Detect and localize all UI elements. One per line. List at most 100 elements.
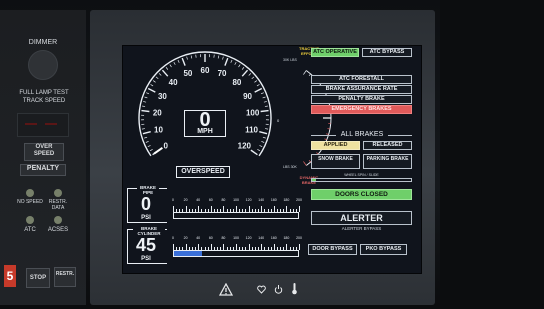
- brake-assurance-indicator: BRAKE ASSURANCE RATE: [311, 85, 412, 94]
- aspect-number-5: 5: [4, 265, 16, 287]
- speed-minor-tick: [150, 84, 154, 87]
- penalty-brake-indicator: PENALTY BRAKE: [311, 95, 412, 104]
- te-zero-label: 0: [277, 118, 280, 123]
- speed-minor-tick: [142, 105, 146, 107]
- warning-icon[interactable]: [219, 283, 233, 296]
- speed-minor-tick: [173, 61, 176, 65]
- speed-minor-tick: [230, 59, 233, 63]
- lamp-test-label: FULL LAMP TEST: [19, 90, 69, 96]
- brake-cylinder-bar: [173, 250, 299, 257]
- speed-minor-tick: [265, 128, 269, 130]
- brake-pipe-unit: PSI: [141, 215, 151, 221]
- speed-tick-label: 30: [158, 92, 167, 101]
- speed-minor-tick: [143, 101, 147, 103]
- scale-tick: [299, 244, 300, 250]
- speed-major-tick: [161, 69, 169, 77]
- speed-minor-tick: [144, 96, 148, 99]
- speed-minor-tick: [141, 128, 145, 130]
- speed-minor-tick: [261, 141, 265, 143]
- speed-minor-tick: [222, 56, 224, 60]
- overspeed-label: OVERSPEED: [176, 166, 230, 178]
- brake-cylinder-value: 45: [135, 235, 157, 255]
- track-speed-display: [17, 113, 69, 137]
- dimmer-knob[interactable]: [28, 50, 58, 80]
- speed-major-tick: [254, 87, 263, 93]
- te-bottom-label: LBS 30K: [283, 165, 297, 169]
- speed-tick-label: 70: [218, 69, 227, 78]
- speed-tick-label: 0: [163, 142, 168, 151]
- speed-minor-tick: [234, 61, 237, 65]
- cab-scene: DIMMER FULL LAMP TEST TRACK SPEED OVER S…: [0, 0, 544, 309]
- speed-value: 0: [199, 109, 211, 131]
- speed-minor-tick: [262, 96, 266, 99]
- speed-minor-tick: [190, 55, 193, 59]
- restr-data-label: RESTR. DATA: [48, 199, 68, 211]
- dimmer-label: DIMMER: [28, 39, 58, 46]
- atc-bypass-indicator[interactable]: ATC BYPASS: [362, 48, 412, 57]
- speed-major-tick: [241, 69, 249, 77]
- speed-minor-tick: [146, 92, 150, 95]
- brake-pipe-bar: [173, 212, 299, 219]
- speed-minor-tick: [158, 73, 162, 76]
- power-icon[interactable]: [274, 284, 283, 294]
- door-bypass-button[interactable]: DOOR BYPASS: [308, 244, 357, 255]
- all-brakes-title: ALL BRAKES: [336, 130, 388, 140]
- snow-brake-indicator: SNOW BRAKE: [311, 154, 360, 169]
- brake-pipe-value: 0: [140, 194, 151, 214]
- speed-minor-tick: [264, 105, 268, 107]
- atc-label: ATC: [24, 227, 36, 233]
- restr-indicator: RESTR.: [54, 267, 76, 287]
- emergency-brakes-indicator: EMERGENCY BRAKES: [311, 105, 412, 114]
- speed-major-tick: [260, 109, 269, 113]
- parking-brake-indicator: PARKING BRAKE: [363, 154, 412, 169]
- speed-tick-label: 60: [201, 66, 210, 75]
- speed-tick-label: 110: [245, 126, 258, 135]
- speed-tick-label: 10: [154, 126, 163, 135]
- speed-minor-tick: [169, 64, 172, 68]
- speed-minor-tick: [152, 80, 156, 83]
- doors-closed-indicator: DOORS CLOSED: [311, 189, 412, 200]
- pko-bypass-button[interactable]: PKO BYPASS: [360, 244, 407, 255]
- speed-needle: [153, 147, 163, 155]
- speed-minor-tick: [262, 136, 266, 139]
- speed-minor-tick: [257, 148, 261, 152]
- right-cab-wall: [440, 0, 544, 309]
- speed-major-tick: [142, 131, 151, 135]
- scale-tick-label: 200: [296, 236, 302, 240]
- atc-operative-indicator: ATC OPERATIVE: [311, 48, 359, 57]
- speed-readout-box: 0 MPH: [184, 110, 226, 137]
- brakes-released-indicator: RELEASED: [363, 141, 412, 150]
- speed-minor-tick: [149, 148, 153, 152]
- alerter-bypass-label: ALERTER BYPASS: [341, 226, 382, 231]
- restr-data-lamp: [54, 189, 62, 197]
- speed-major-tick: [181, 57, 186, 66]
- te-tick: [324, 138, 327, 141]
- speed-major-tick: [147, 87, 156, 93]
- atc-lamp: [26, 216, 34, 224]
- speed-minor-tick: [251, 76, 255, 80]
- thermometer-icon[interactable]: [291, 282, 298, 295]
- atc-forestall-indicator: ATC FORESTALL: [311, 75, 412, 84]
- speed-minor-tick: [241, 67, 245, 70]
- track-speed-label: TRACK SPEED: [22, 98, 66, 104]
- speed-minor-tick: [186, 56, 188, 60]
- brake-cylinder-scale: 0 20 40 60 80 100 120 140 160 180 200: [172, 236, 302, 250]
- speed-minor-tick: [147, 145, 151, 148]
- cab-display-screen: 0 10 20 30 40 50 60 70 80 90 100 110 120 0 MPH OVERS…: [122, 45, 422, 274]
- speed-major-tick: [250, 149, 258, 156]
- brake-cylinder-unit: PSI: [141, 256, 151, 262]
- overspeed-indicator: OVER SPEED: [24, 143, 64, 161]
- speed-minor-tick: [248, 73, 252, 76]
- no-speed-lamp: [26, 189, 34, 197]
- speed-minor-tick: [217, 55, 220, 59]
- stop-indicator: STOP: [26, 268, 50, 288]
- acses-label: ACSES: [47, 227, 69, 233]
- heart-icon[interactable]: [257, 285, 266, 294]
- te-top-label: 30K LBS: [283, 58, 297, 62]
- speed-minor-tick: [177, 59, 180, 63]
- speed-tick-label: 100: [246, 108, 260, 117]
- wheel-slip-label: WHEEL SPIN / SLIDE: [344, 173, 379, 177]
- speed-minor-tick: [144, 136, 148, 139]
- speedometer-dial: 01020304050 60 708090100110120: [138, 51, 272, 157]
- alerter-button[interactable]: ALERTER: [311, 211, 412, 225]
